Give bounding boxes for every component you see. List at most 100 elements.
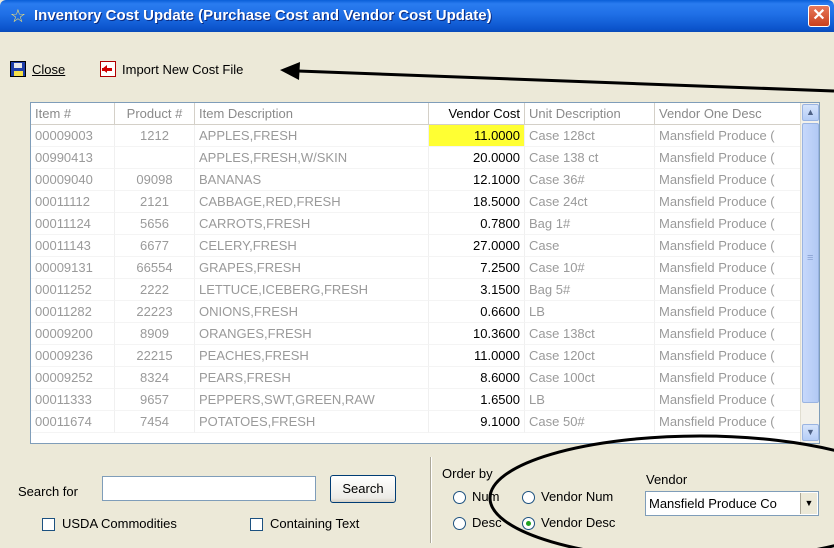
scroll-up-icon[interactable]: ▲: [802, 104, 819, 121]
vertical-scrollbar[interactable]: ▲ ▼: [800, 103, 819, 443]
cell-product-number: 2121: [115, 191, 195, 213]
toolbar: Close Import New Cost File: [0, 58, 834, 82]
window-close-button[interactable]: ✕: [808, 5, 830, 27]
order-by-label: Order by: [442, 466, 493, 481]
cell-item-description: PEPPERS,SWT,GREEN,RAW: [195, 389, 429, 411]
cell-item-description: CARROTS,FRESH: [195, 213, 429, 235]
cell-vendor-cost[interactable]: 11.0000: [429, 345, 525, 367]
order-by-vendor-desc-radio[interactable]: [522, 517, 535, 530]
cell-unit-description: Case 100ct: [525, 367, 655, 389]
cell-unit-description: Case 36#: [525, 169, 655, 191]
import-arrow-icon: [100, 61, 116, 77]
cell-vendor-one-desc: Mansfield Produce (: [655, 389, 801, 411]
cell-vendor-cost[interactable]: 3.1500: [429, 279, 525, 301]
search-button[interactable]: Search: [330, 475, 396, 503]
table-row[interactable]: 00011282 22223 ONIONS,FRESH 0.6600 LB Mansfie…: [31, 301, 801, 323]
cell-vendor-cost[interactable]: 0.7800: [429, 213, 525, 235]
cell-vendor-cost[interactable]: 9.1000: [429, 411, 525, 433]
column-header-vendor-one-desc[interactable]: Vendor One Desc: [655, 103, 801, 125]
cell-item-description: APPLES,FRESH: [195, 125, 429, 147]
import-cost-file-button[interactable]: Import New Cost File: [100, 58, 243, 80]
column-header-item-number[interactable]: Item #: [31, 103, 115, 125]
column-header-unit-description[interactable]: Unit Description: [525, 103, 655, 125]
panel-divider: [430, 457, 432, 543]
table-row[interactable]: 00009200 8909 ORANGES,FRESH 10.3600 Case 138…: [31, 323, 801, 345]
cell-vendor-one-desc: Mansfield Produce (: [655, 235, 801, 257]
cell-unit-description: Case 10#: [525, 257, 655, 279]
table-row[interactable]: 00011252 2222 LETTUCE,ICEBERG,FRESH 3.1500 B…: [31, 279, 801, 301]
table-row[interactable]: 00011143 6677 CELERY,FRESH 27.0000 Case Mansf…: [31, 235, 801, 257]
cell-item-description: BANANAS: [195, 169, 429, 191]
cell-item-description: CABBAGE,RED,FRESH: [195, 191, 429, 213]
cell-vendor-cost[interactable]: 0.6600: [429, 301, 525, 323]
scroll-down-icon[interactable]: ▼: [802, 424, 819, 441]
cell-vendor-one-desc: Mansfield Produce (: [655, 169, 801, 191]
table-row[interactable]: 00009003 1212 APPLES,FRESH 11.0000 Case 128c…: [31, 125, 801, 147]
cell-item-description: POTATOES,FRESH: [195, 411, 429, 433]
order-by-vendor-num-radio[interactable]: [522, 491, 535, 504]
cell-vendor-one-desc: Mansfield Produce (: [655, 411, 801, 433]
title-bar: ☆ Inventory Cost Update (Purchase Cost a…: [0, 0, 834, 32]
cell-product-number: [115, 147, 195, 169]
order-by-num-label: Num: [472, 489, 500, 504]
order-by-desc-radio[interactable]: [453, 517, 466, 530]
cell-item-description: PEARS,FRESH: [195, 367, 429, 389]
cell-vendor-one-desc: Mansfield Produce (: [655, 367, 801, 389]
table-row[interactable]: 00011124 5656 CARROTS,FRESH 0.7800 Bag 1# Man…: [31, 213, 801, 235]
column-header-vendor-cost[interactable]: Vendor Cost: [429, 103, 525, 125]
cell-vendor-one-desc: Mansfield Produce (: [655, 147, 801, 169]
cell-vendor-cost[interactable]: 10.3600: [429, 323, 525, 345]
cell-vendor-cost[interactable]: 7.2500: [429, 257, 525, 279]
chevron-down-icon[interactable]: ▼: [800, 493, 817, 514]
order-by-num-radio[interactable]: [453, 491, 466, 504]
containing-text-checkbox[interactable]: [250, 518, 263, 531]
window-title: Inventory Cost Update (Purchase Cost and…: [34, 7, 492, 24]
table-row[interactable]: 00011674 7454 POTATOES,FRESH 9.1000 Case 50#…: [31, 411, 801, 433]
close-button-label: Close: [32, 61, 66, 77]
cell-vendor-cost[interactable]: 8.6000: [429, 367, 525, 389]
search-panel: Search for Search USDA Commodities Conta…: [0, 455, 834, 548]
close-button[interactable]: Close: [10, 58, 65, 80]
cell-vendor-cost[interactable]: 12.1000: [429, 169, 525, 191]
cell-vendor-cost[interactable]: 20.0000: [429, 147, 525, 169]
cell-vendor-cost[interactable]: 18.5000: [429, 191, 525, 213]
cell-item-number: 00009003: [31, 125, 115, 147]
cell-product-number: 2222: [115, 279, 195, 301]
cell-unit-description: Bag 1#: [525, 213, 655, 235]
cell-unit-description: LB: [525, 389, 655, 411]
table-row[interactable]: 00009236 22215 PEACHES,FRESH 11.0000 Case 12…: [31, 345, 801, 367]
cell-vendor-cost[interactable]: 1.6500: [429, 389, 525, 411]
cell-item-number: 00011124: [31, 213, 115, 235]
cell-item-number: 00011674: [31, 411, 115, 433]
table-row[interactable]: 00011112 2121 CABBAGE,RED,FRESH 18.5000 Case…: [31, 191, 801, 213]
search-input[interactable]: [102, 476, 316, 501]
cost-grid[interactable]: Item # Product # Item Description Vendor…: [30, 102, 820, 444]
table-row[interactable]: 00009040 09098 BANANAS 12.1000 Case 36# Mansf…: [31, 169, 801, 191]
usda-commodities-label: USDA Commodities: [62, 516, 177, 531]
inventory-cost-update-window: ☆ Inventory Cost Update (Purchase Cost a…: [0, 0, 834, 548]
cell-vendor-cost[interactable]: 27.0000: [429, 235, 525, 257]
order-by-vendor-num-label: Vendor Num: [541, 489, 614, 504]
usda-commodities-checkbox[interactable]: [42, 518, 55, 531]
cell-unit-description: Case 138ct: [525, 323, 655, 345]
cell-unit-description: Case 50#: [525, 411, 655, 433]
cell-item-number: 00011112: [31, 191, 115, 213]
cell-product-number: 9657: [115, 389, 195, 411]
cell-product-number: 7454: [115, 411, 195, 433]
column-header-item-description[interactable]: Item Description: [195, 103, 429, 125]
cell-vendor-one-desc: Mansfield Produce (: [655, 125, 801, 147]
cell-vendor-cost[interactable]: 11.0000: [429, 125, 525, 147]
table-row[interactable]: 00009252 8324 PEARS,FRESH 8.6000 Case 100ct M…: [31, 367, 801, 389]
floppy-disk-icon: [10, 61, 26, 77]
table-row[interactable]: 00011333 9657 PEPPERS,SWT,GREEN,RAW 1.6500 L…: [31, 389, 801, 411]
cell-product-number: 8909: [115, 323, 195, 345]
table-row[interactable]: 00990413 APPLES,FRESH,W/SKIN 20.0000 Case 1…: [31, 147, 801, 169]
vendor-select[interactable]: Mansfield Produce Co ▼: [645, 491, 819, 516]
cell-item-description: ORANGES,FRESH: [195, 323, 429, 345]
column-header-product-number[interactable]: Product #: [115, 103, 195, 125]
cell-vendor-one-desc: Mansfield Produce (: [655, 213, 801, 235]
cell-item-number: 00009200: [31, 323, 115, 345]
table-row[interactable]: 00009131 66554 GRAPES,FRESH 7.2500 Case 10# M…: [31, 257, 801, 279]
scroll-thumb[interactable]: [802, 123, 819, 403]
grid-rows: 00009003 1212 APPLES,FRESH 11.0000 Case 128c…: [31, 125, 801, 433]
